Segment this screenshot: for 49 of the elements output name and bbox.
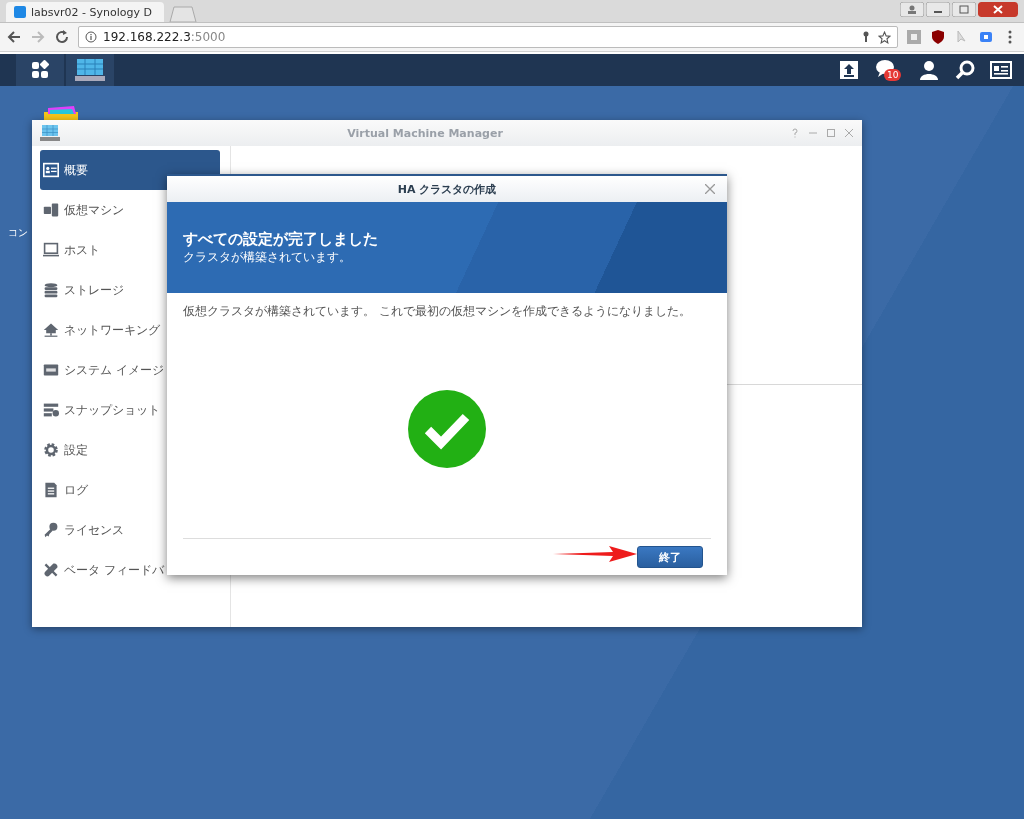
desktop-icon-label[interactable]: コン [8, 226, 28, 240]
star-icon[interactable] [878, 30, 891, 44]
shield-icon[interactable] [930, 29, 946, 45]
devices-icon [43, 202, 59, 218]
key-icon [43, 522, 59, 538]
house-network-icon [43, 322, 59, 338]
site-favicon-icon [14, 6, 26, 18]
search-icon[interactable] [954, 59, 976, 81]
upload-icon[interactable] [838, 59, 860, 81]
back-arrow-icon[interactable] [6, 29, 22, 45]
url-text: 192.168.222.3:5000 [103, 30, 226, 44]
tools-icon [43, 562, 59, 578]
app-taskbar-button[interactable] [66, 54, 114, 86]
apps-icon [29, 59, 51, 81]
database-icon [43, 282, 59, 298]
sidebar-item[interactable]: 設定 [40, 430, 220, 470]
id-card-icon [43, 162, 59, 178]
profile-icon[interactable] [900, 2, 924, 17]
app-icon [75, 58, 105, 82]
notifications-button[interactable]: 10 [874, 57, 904, 83]
close-icon[interactable] [705, 184, 715, 194]
sidebar-item[interactable]: スナップショット [40, 390, 220, 430]
widgets-icon[interactable] [990, 59, 1012, 81]
main-menu-button[interactable] [16, 54, 64, 86]
close-button[interactable] [978, 2, 1018, 17]
sidebar-item[interactable]: ライセンス [40, 510, 220, 550]
message-text: 仮想クラスタが構築されています。 これで最初の仮想マシンを作成できるようになりました。 [182, 303, 692, 320]
notification-badge: 10 [884, 69, 902, 81]
sidebar-item[interactable]: 仮想マシン [40, 190, 220, 230]
info-icon [85, 31, 97, 43]
banner-title: すべての設定が完了しました [183, 229, 379, 249]
minimize-button[interactable] [926, 2, 950, 17]
monitor-icon [43, 242, 59, 258]
browser-tab[interactable]: labsvr02 - Synology D [6, 2, 164, 22]
dialog-title: HA クラスタの作成 [397, 181, 497, 197]
sidebar-item[interactable]: システム イメージ [40, 350, 220, 390]
banner-subtitle: クラスタが構築されています。 [183, 248, 352, 266]
reload-icon[interactable] [54, 29, 70, 45]
success-check-icon [408, 390, 486, 468]
window-title: Virtual Machine Manager [346, 126, 504, 140]
user-icon[interactable] [918, 59, 940, 81]
document-list-icon [43, 482, 59, 498]
sidebar-item[interactable]: ログ [40, 470, 220, 510]
settings-icon [43, 442, 59, 458]
sidebar-item[interactable]: ベータ フィードバ [40, 550, 220, 590]
finish-button[interactable]: 終了 [637, 546, 703, 568]
extension-icon[interactable] [978, 29, 994, 45]
app-icon [40, 124, 60, 142]
address-field[interactable]: 192.168.222.3:5000 [78, 26, 898, 48]
